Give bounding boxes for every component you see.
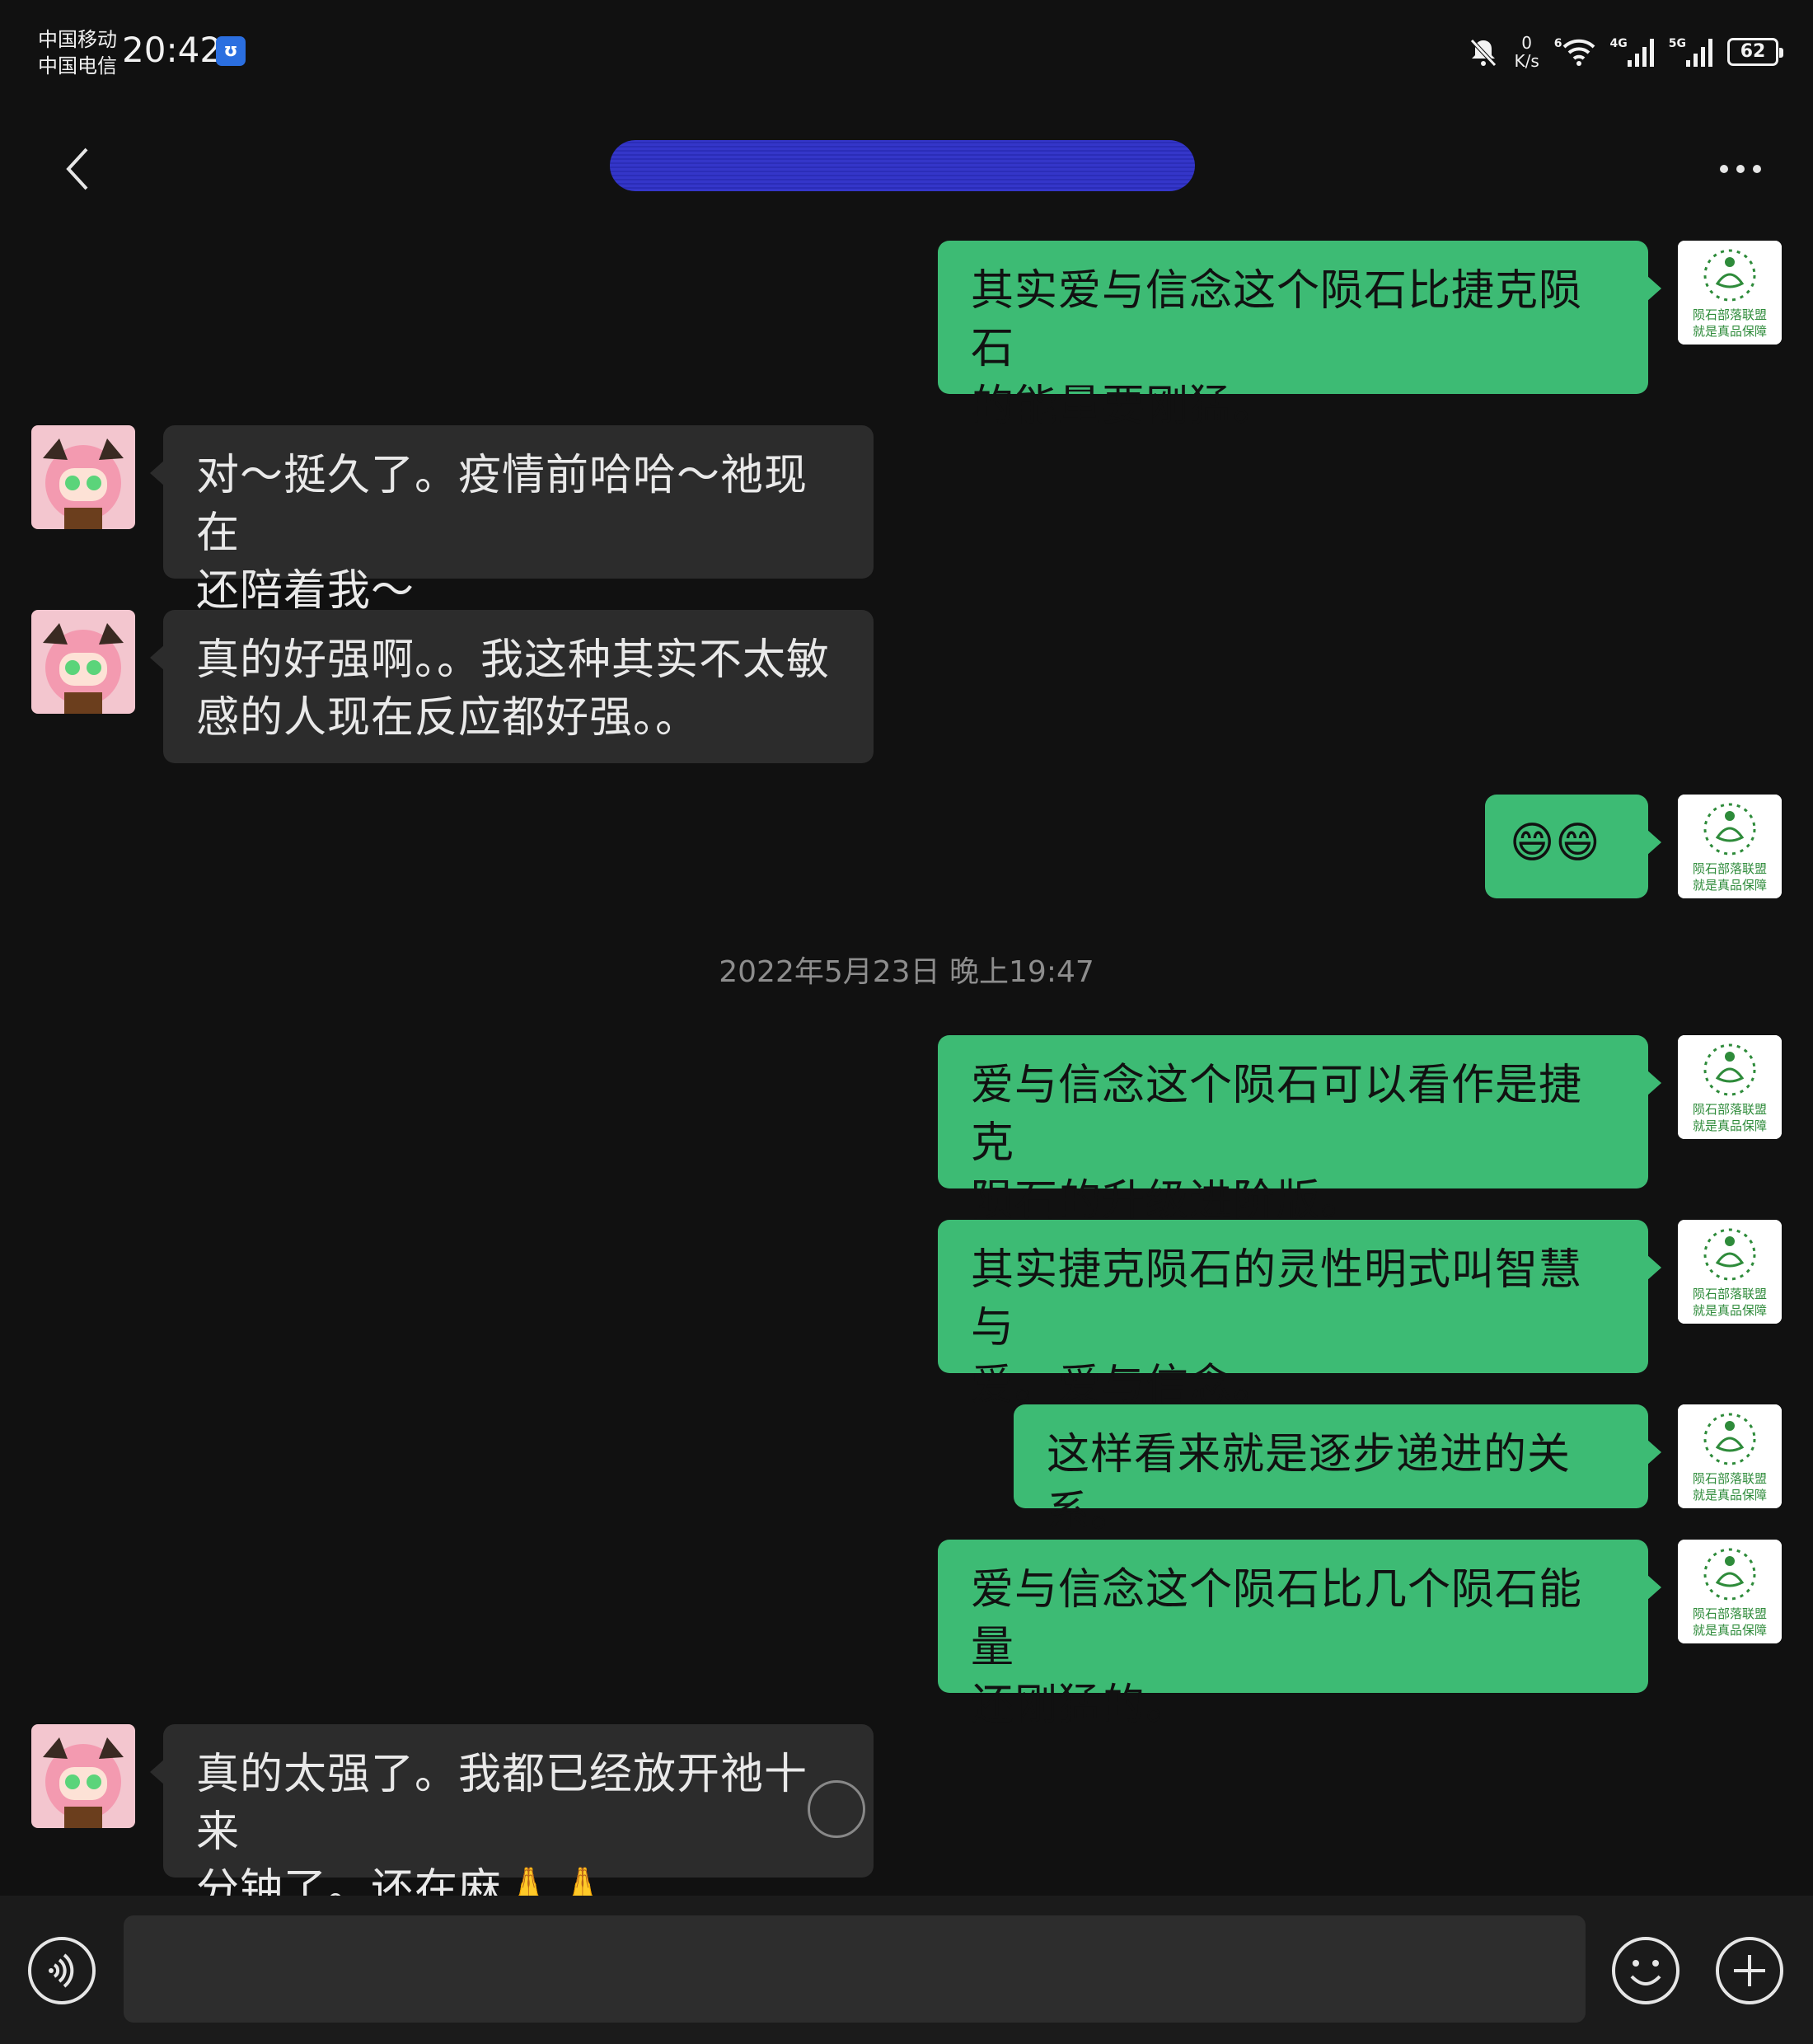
signal-2-icon: 5G: [1669, 37, 1712, 67]
contact-avatar-image: [31, 425, 135, 529]
avatar-contact[interactable]: [31, 1724, 135, 1828]
avatar-logo-line1: 陨石部落联盟: [1692, 1606, 1767, 1621]
message-bubble[interactable]: 真的太强了。我都已经放开祂十来 分钟了。还在麻🙏🙏: [150, 1724, 874, 1915]
message-bubble[interactable]: 真的好强啊。。我这种其实不太敏 感的人现在反应都好强。。: [150, 610, 874, 763]
avatar-logo-line1: 陨石部落联盟: [1692, 1102, 1767, 1117]
message-bubble[interactable]: 这样看来就是逐步递进的关系。: [1014, 1404, 1661, 1537]
message-bubble[interactable]: 其实捷克陨石的灵性明式叫智慧与 爱。爱与信念。: [938, 1220, 1661, 1410]
message-bubble[interactable]: 对～挺久了。疫情前哈哈～祂现在 还陪着我～: [150, 425, 874, 616]
avatar-contact[interactable]: [31, 425, 135, 529]
carrier-2: 中国电信: [38, 54, 117, 77]
avatar-logo-line1: 陨石部落联盟: [1692, 861, 1767, 876]
chat-title-redacted: [610, 140, 1195, 191]
message-text: 其实捷克陨石的灵性明式叫智慧与 爱。爱与信念。: [971, 1245, 1583, 1410]
timestamp: 2022年5月23日 晚上19:47: [719, 955, 1094, 989]
avatar-contact[interactable]: [31, 610, 135, 714]
more-dots-icon: [1720, 165, 1728, 173]
message-bubble[interactable]: 爱与信念这个陨石比几个陨石能量 还刚猛的。: [938, 1540, 1661, 1730]
contact-avatar-image: [31, 1724, 135, 1828]
message-bubble[interactable]: 其实爱与信念这个陨石比捷克陨石 的能量要刚猛。: [938, 241, 1661, 431]
back-button[interactable]: [49, 140, 107, 198]
message-text: 😄😄: [1510, 818, 1601, 868]
system-icons: 0 K/s 6 4G 5G 62: [1467, 31, 1783, 73]
app-notification-icon: ʊ: [216, 36, 246, 66]
message-text: 爱与信念这个陨石可以看作是捷克 陨石的升级进阶版。: [971, 1061, 1583, 1226]
message-text: 真的太强了。我都已经放开祂十来 分钟了。还在麻🙏🙏: [196, 1750, 808, 1915]
avatar-self[interactable]: 陨石部落联盟 就是真品保障: [1678, 795, 1782, 898]
avatar-logo-line2: 就是真品保障: [1692, 1303, 1767, 1318]
avatar-logo-line2: 就是真品保障: [1692, 324, 1767, 339]
message-text: 其实爱与信念这个陨石比捷克陨石 的能量要刚猛。: [971, 266, 1583, 431]
input-bar: [0, 1896, 1813, 2044]
chevron-left-icon: [66, 148, 88, 190]
chat-header: [0, 124, 1813, 214]
message-bubble[interactable]: 爱与信念这个陨石可以看作是捷克 陨石的升级进阶版。: [938, 1035, 1661, 1226]
avatar-self[interactable]: 陨石部落联盟 就是真品保障: [1678, 1540, 1782, 1643]
net-speed: 0 K/s: [1514, 33, 1539, 71]
message-bubble[interactable]: 😄😄: [1485, 795, 1661, 898]
carrier-labels: 中国移动 中国电信: [38, 26, 117, 79]
message-text: 真的好强啊。。我这种其实不太敏 感的人现在反应都好强。。: [196, 635, 831, 743]
avatar-self[interactable]: 陨石部落联盟 就是真品保障: [1678, 1404, 1782, 1508]
touch-indicator: [808, 1780, 865, 1838]
signal-1-icon: 4G: [1610, 37, 1654, 67]
voice-button[interactable]: [26, 1935, 97, 2006]
avatar-logo-line2: 就是真品保障: [1692, 1623, 1767, 1638]
status-bar: 中国移动 中国电信 20:42 ʊ 0 K/s 6 4G 5G 62: [0, 0, 1813, 107]
avatar-self[interactable]: 陨石部落联盟 就是真品保障: [1678, 241, 1782, 345]
avatar-self[interactable]: 陨石部落联盟 就是真品保障: [1678, 1035, 1782, 1139]
more-functions-button[interactable]: [1714, 1935, 1785, 2006]
message-input[interactable]: [124, 1915, 1586, 2023]
voice-icon: [28, 1937, 96, 2004]
avatar-logo-line2: 就是真品保障: [1692, 878, 1767, 893]
message-text: 这样看来就是逐步递进的关系。: [1047, 1430, 1572, 1537]
avatar-self[interactable]: 陨石部落联盟 就是真品保障: [1678, 1220, 1782, 1324]
avatar-logo-line2: 就是真品保障: [1692, 1488, 1767, 1503]
message-text: 爱与信念这个陨石比几个陨石能量 还刚猛的。: [971, 1565, 1583, 1730]
wifi-icon: 6: [1554, 37, 1595, 67]
contact-avatar-image: [31, 610, 135, 714]
status-time: 20:42: [122, 30, 223, 70]
emoji-button[interactable]: [1610, 1935, 1681, 2006]
avatar-logo-line1: 陨石部落联盟: [1692, 1287, 1767, 1301]
avatar-logo-line1: 陨石部落联盟: [1692, 1471, 1767, 1486]
carrier-1: 中国移动: [38, 28, 117, 51]
plus-icon: [1716, 1937, 1783, 2004]
more-options-button[interactable]: [1708, 148, 1773, 190]
message-text: 对～挺久了。疫情前哈哈～祂现在 还陪着我～: [196, 451, 808, 616]
avatar-logo-line1: 陨石部落联盟: [1692, 307, 1767, 322]
emoji-icon: [1612, 1937, 1679, 2004]
avatar-logo-line2: 就是真品保障: [1692, 1118, 1767, 1133]
mute-notification-icon: [1469, 39, 1497, 67]
battery-icon: 62: [1727, 38, 1783, 66]
